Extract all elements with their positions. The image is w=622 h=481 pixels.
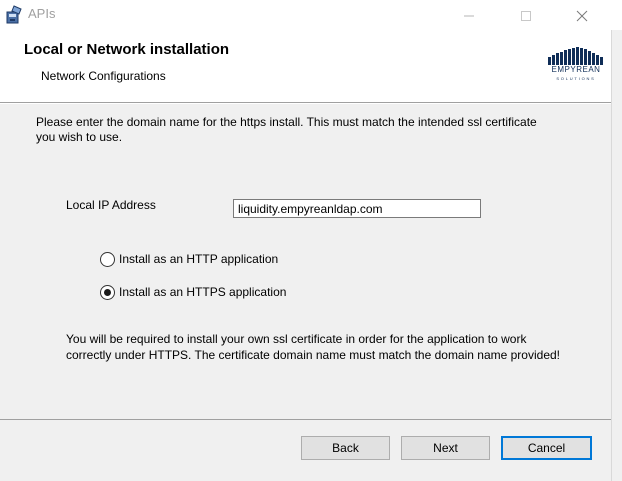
minimize-button[interactable] xyxy=(446,0,492,30)
page-title: Local or Network installation xyxy=(24,41,230,58)
footer-divider xyxy=(0,419,611,420)
intro-text: Please enter the domain name for the htt… xyxy=(36,115,537,144)
title-bar: APIs xyxy=(0,0,622,30)
window-right-edge xyxy=(611,30,622,481)
maximize-button[interactable] xyxy=(503,0,549,30)
close-button[interactable] xyxy=(559,0,605,30)
ssl-note-text: You will be required to install your own… xyxy=(66,332,560,362)
next-button[interactable]: Next xyxy=(401,436,490,460)
radio-selected-dot xyxy=(104,289,111,296)
logo-word: EMPYREAN xyxy=(551,65,601,74)
window-title: APIs xyxy=(28,6,56,21)
radio-https-label[interactable]: Install as an HTTPS application xyxy=(119,285,286,299)
header-divider-highlight xyxy=(0,103,611,104)
maximize-icon xyxy=(521,11,531,21)
wizard-header: Local or Network installation Network Co… xyxy=(0,30,622,102)
logo-subword: SOLUTIONS xyxy=(556,76,596,81)
radio-https-button[interactable] xyxy=(100,285,115,300)
radio-http-label[interactable]: Install as an HTTP application xyxy=(119,252,278,266)
cancel-button[interactable]: Cancel xyxy=(501,436,592,460)
ip-address-label: Local IP Address xyxy=(66,198,156,212)
close-icon xyxy=(576,10,588,22)
company-logo: EMPYREAN SOLUTIONS xyxy=(544,47,608,89)
ip-address-input[interactable] xyxy=(233,199,481,218)
radio-http-button[interactable] xyxy=(100,252,115,267)
minimize-icon xyxy=(464,15,474,17)
page-subtitle: Network Configurations xyxy=(41,69,166,83)
back-button[interactable]: Back xyxy=(301,436,390,460)
installer-icon xyxy=(4,5,24,25)
logo-skyline-icon xyxy=(548,47,603,65)
